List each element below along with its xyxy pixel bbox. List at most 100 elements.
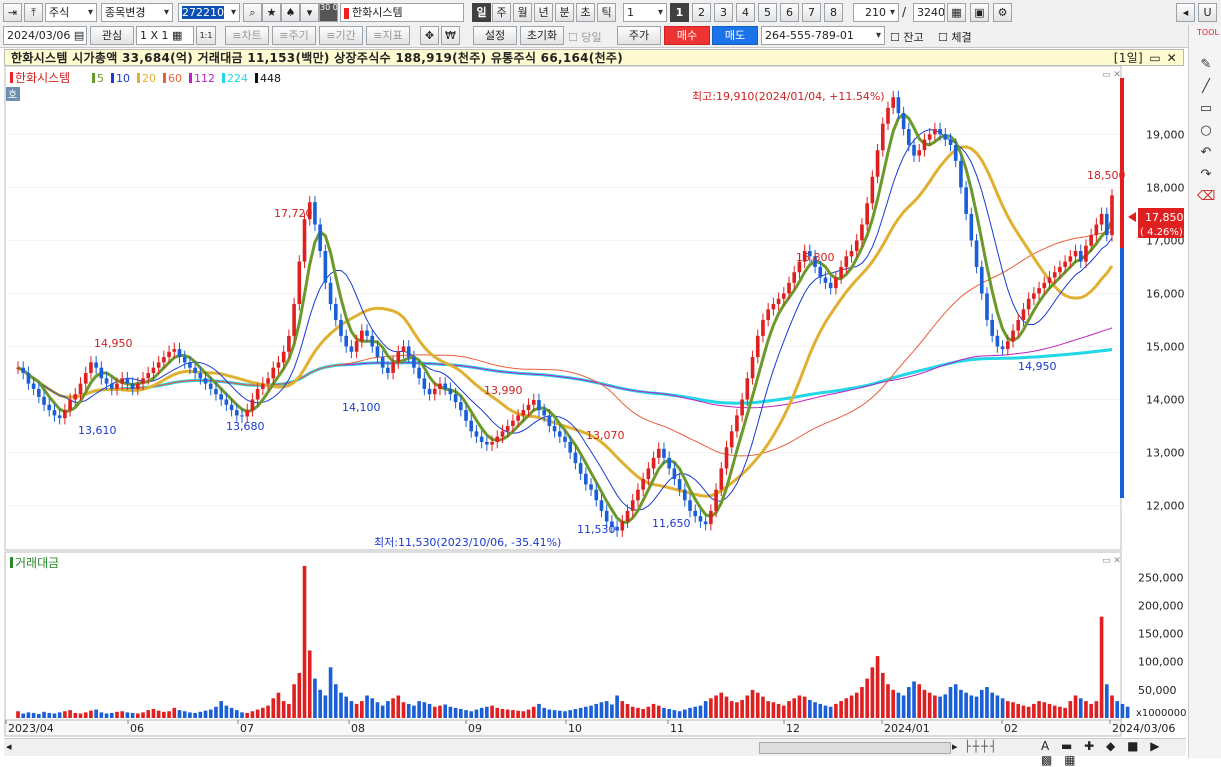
volume-bar xyxy=(901,695,906,718)
circle-icon[interactable]: ○ xyxy=(1197,123,1215,139)
scroll-left-icon[interactable]: ◂ xyxy=(6,740,12,753)
undo-icon[interactable]: ↶ xyxy=(1197,145,1215,161)
period-tab-2[interactable]: 년 xyxy=(534,3,553,22)
candle-body xyxy=(333,304,338,320)
count-input[interactable]: 210 xyxy=(853,3,899,22)
volume-bar xyxy=(735,702,739,718)
setting-button[interactable]: 설정 xyxy=(473,26,517,45)
price-chart[interactable]: ▭ ✕▭ ✕12,00013,00014,00015,00016,00017,0… xyxy=(4,66,1186,738)
period-tab-1[interactable]: 월 xyxy=(513,3,532,22)
volume-bar xyxy=(719,692,724,718)
reset-button[interactable]: 초기화 xyxy=(520,26,564,45)
volume-bar xyxy=(709,698,713,718)
candle-body xyxy=(990,319,994,336)
balance-checkbox[interactable]: ☐ 잔고 xyxy=(890,29,924,45)
restore-icon[interactable]: ▭ xyxy=(1149,50,1161,67)
calendar-icon: ▤ xyxy=(73,29,85,42)
type-select[interactable]: 주식 xyxy=(45,3,97,22)
period-tab-5[interactable]: 틱 xyxy=(597,3,616,22)
volume-bar xyxy=(297,672,302,718)
scroll-thumb[interactable] xyxy=(759,742,951,754)
delete-drawing-icon[interactable]: ⌫ xyxy=(1197,189,1215,205)
volume-bar xyxy=(714,695,718,718)
chart-menu[interactable]: ≡차트 xyxy=(225,26,269,45)
preset-1[interactable]: 1 xyxy=(670,3,689,22)
crosshair-icon[interactable]: ✥ xyxy=(420,26,439,45)
period-tab-0[interactable]: 주 xyxy=(492,3,511,22)
stock-name-field[interactable]: 한화시스템 xyxy=(340,3,464,22)
cycle-menu[interactable]: ≡주기 xyxy=(272,26,316,45)
date-label: 02 xyxy=(1004,722,1018,735)
preset-2[interactable]: 2 xyxy=(692,3,711,22)
sell-button[interactable]: 매도 xyxy=(712,26,758,45)
line-icon[interactable]: ╱ xyxy=(1197,79,1215,95)
change-select[interactable]: 종목변경 xyxy=(101,3,173,22)
preset-5[interactable]: 5 xyxy=(758,3,777,22)
volume-bar xyxy=(1089,703,1093,718)
gear-icon[interactable]: ⚙ xyxy=(993,3,1012,22)
volume-bar xyxy=(511,710,515,718)
save-icon[interactable]: ▣ xyxy=(970,3,989,22)
volume-bar xyxy=(667,708,672,718)
period-day[interactable]: 일 xyxy=(472,3,491,22)
preset-8[interactable]: 8 xyxy=(824,3,843,22)
top-icon[interactable]: ⤒ xyxy=(24,3,43,22)
period-count-select[interactable]: 1 xyxy=(623,3,667,22)
spade-icon[interactable]: ♠ xyxy=(281,3,300,22)
fill-checkbox[interactable]: ☐ 체결 xyxy=(938,29,972,45)
pencil-icon[interactable]: ✎ xyxy=(1197,57,1215,73)
candle-body xyxy=(526,404,531,411)
range-menu[interactable]: ≡기간 xyxy=(319,26,363,45)
volume-tick-label: 100,000 xyxy=(1138,656,1184,669)
date-input[interactable]: 2024/03/06 ▤ xyxy=(3,26,87,45)
close-icon[interactable]: ✕ xyxy=(1167,50,1177,67)
period-tab-4[interactable]: 초 xyxy=(576,3,595,22)
arrow-down-icon[interactable]: ▾ xyxy=(300,3,319,22)
star-icon[interactable]: ★ xyxy=(262,3,281,22)
left-arrow-icon[interactable]: ◂ xyxy=(1176,3,1195,22)
candle-body xyxy=(37,388,41,397)
won-icon[interactable]: ₩ xyxy=(441,26,460,45)
pin-icon[interactable]: ⇥ xyxy=(3,3,22,22)
rectangle-icon[interactable]: ▭ xyxy=(1197,101,1215,117)
indicator-menu[interactable]: ≡지표 xyxy=(366,26,410,45)
candle-body xyxy=(761,319,765,336)
code-input[interactable]: 272210 xyxy=(178,3,240,22)
zoom-ruler-icon[interactable]: ├┼┼┤ xyxy=(964,740,999,753)
volume-bar xyxy=(651,703,656,718)
ratio-button[interactable]: 1:1 xyxy=(196,26,216,45)
grid-icon[interactable]: ▦ xyxy=(947,3,966,22)
date-label: 2023/04 xyxy=(8,722,54,735)
preset-4[interactable]: 4 xyxy=(736,3,755,22)
search-icon[interactable]: ⌕ xyxy=(243,3,262,22)
candle-body xyxy=(584,473,588,485)
candle-body xyxy=(271,367,276,379)
candle-body xyxy=(417,367,421,379)
u-button[interactable]: U xyxy=(1198,3,1217,22)
buy-button[interactable]: 매수 xyxy=(664,26,710,45)
candle-body xyxy=(198,372,203,379)
date-label: 11 xyxy=(670,722,684,735)
candle-body xyxy=(261,383,265,389)
period-tab-3[interactable]: 분 xyxy=(555,3,574,22)
candle-body xyxy=(78,383,83,395)
price-tick-label: 12,000 xyxy=(1146,500,1185,513)
minute-icon[interactable]: 30 05 xyxy=(319,3,338,22)
preset-6[interactable]: 6 xyxy=(780,3,799,22)
volume-bar xyxy=(448,706,453,718)
candle-body xyxy=(641,479,645,490)
candle-body xyxy=(339,319,343,336)
chart-control-icons[interactable]: A ▬ ✚ ◆ ■ ▶ ▩ ▦ xyxy=(1041,739,1186,767)
chart-scrollbar[interactable]: ◂ ▸ ├┼┼┤ A ▬ ✚ ◆ ■ ▶ ▩ ▦ xyxy=(4,738,1186,767)
preset-7[interactable]: 7 xyxy=(802,3,821,22)
layout-select[interactable]: 1 X 1 ▦ xyxy=(136,26,194,45)
preset-3[interactable]: 3 xyxy=(714,3,733,22)
today-checkbox[interactable]: ☐ 당일 xyxy=(568,29,602,45)
account-select[interactable]: 264-555-789-01 xyxy=(761,26,885,45)
volume-bar xyxy=(1073,695,1078,718)
volume-bar xyxy=(922,689,927,718)
redo-icon[interactable]: ↷ xyxy=(1197,167,1215,183)
watch-button[interactable]: 관심 xyxy=(90,26,134,45)
price-button[interactable]: 주가 xyxy=(617,26,661,45)
scroll-right-icon[interactable]: ▸ xyxy=(952,740,958,753)
